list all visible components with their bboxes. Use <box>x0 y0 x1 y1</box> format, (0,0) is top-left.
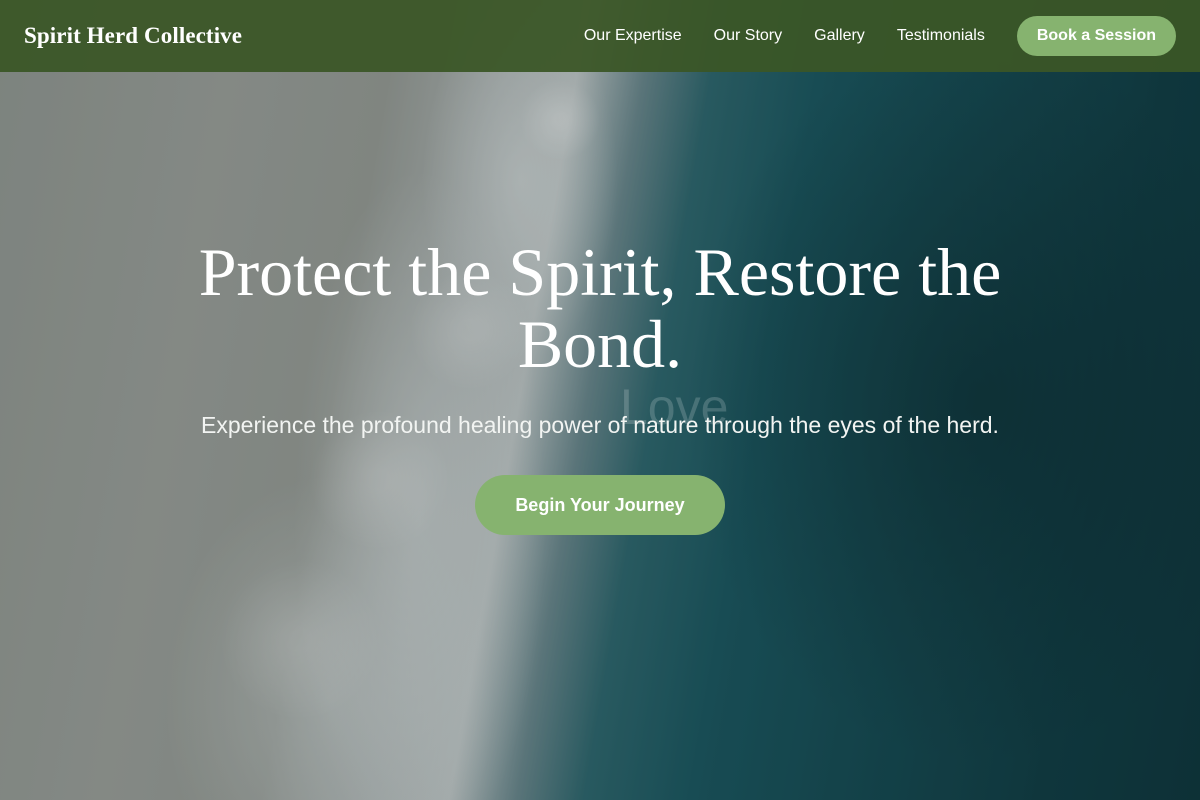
hero-subtitle: Experience the profound healing power of… <box>201 412 999 438</box>
hero-title: Protect the Spirit, Restore the Bond. <box>198 234 1002 382</box>
top-navbar: Spirit Herd Collective Our Expertise Our… <box>0 0 1200 72</box>
book-session-button[interactable]: Book a Session <box>1016 16 1176 56</box>
page: Love Spirit Herd Collective Our Expertis… <box>0 0 1200 800</box>
nav-link-our-expertise[interactable]: Our Expertise <box>584 27 682 45</box>
nav-link-gallery[interactable]: Gallery <box>814 27 865 45</box>
brand-logo[interactable]: Spirit Herd Collective <box>24 23 242 49</box>
begin-journey-button[interactable]: Begin Your Journey <box>475 475 725 535</box>
hero-section: Protect the Spirit, Restore the Bond. Ex… <box>0 236 1200 535</box>
nav-links: Our Expertise Our Story Gallery Testimon… <box>584 27 985 45</box>
nav-link-our-story[interactable]: Our Story <box>714 27 782 45</box>
nav-link-testimonials[interactable]: Testimonials <box>897 27 985 45</box>
